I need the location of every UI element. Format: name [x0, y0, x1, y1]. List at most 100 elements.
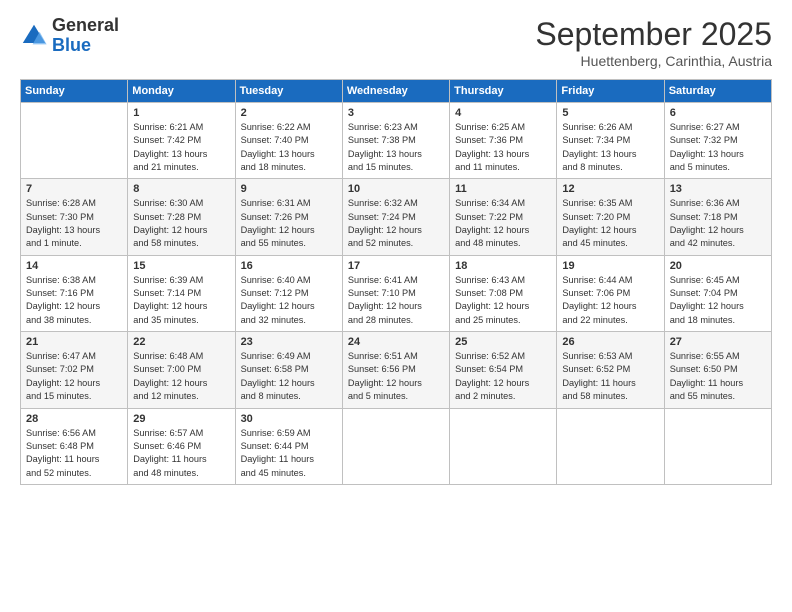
day-cell: 26 Sunrise: 6:53 AMSunset: 6:52 PMDayligh… — [557, 332, 664, 408]
day-cell: 9 Sunrise: 6:31 AMSunset: 7:26 PMDaylight… — [235, 179, 342, 255]
day-cell: 7 Sunrise: 6:28 AMSunset: 7:30 PMDaylight… — [21, 179, 128, 255]
day-number: 25 — [455, 336, 551, 348]
weekday-header-row: SundayMondayTuesdayWednesdayThursdayFrid… — [21, 80, 772, 103]
day-number: 9 — [241, 183, 337, 195]
day-number: 22 — [133, 336, 229, 348]
day-cell: 20 Sunrise: 6:45 AMSunset: 7:04 PMDayligh… — [664, 255, 771, 331]
calendar-table: SundayMondayTuesdayWednesdayThursdayFrid… — [20, 79, 772, 485]
day-info: Sunrise: 6:22 AMSunset: 7:40 PMDaylight:… — [241, 121, 337, 174]
day-number: 10 — [348, 183, 444, 195]
page: General Blue September 2025 Huettenberg,… — [0, 0, 792, 612]
day-cell: 27 Sunrise: 6:55 AMSunset: 6:50 PMDayligh… — [664, 332, 771, 408]
day-cell: 4 Sunrise: 6:25 AMSunset: 7:36 PMDaylight… — [450, 103, 557, 179]
day-cell: 2 Sunrise: 6:22 AMSunset: 7:40 PMDaylight… — [235, 103, 342, 179]
day-number: 5 — [562, 107, 658, 119]
week-row-5: 28 Sunrise: 6:56 AMSunset: 6:48 PMDayligh… — [21, 408, 772, 484]
day-cell: 6Sunrise: 6:27 AMSunset: 7:32 PMDaylight… — [664, 103, 771, 179]
day-number: 8 — [133, 183, 229, 195]
day-cell: 18 Sunrise: 6:43 AMSunset: 7:08 PMDayligh… — [450, 255, 557, 331]
day-number: 7 — [26, 183, 122, 195]
day-number: 1 — [133, 107, 229, 119]
day-cell: 3 Sunrise: 6:23 AMSunset: 7:38 PMDaylight… — [342, 103, 449, 179]
day-info: Sunrise: 6:51 AMSunset: 6:56 PMDaylight:… — [348, 350, 444, 403]
day-info: Sunrise: 6:35 AMSunset: 7:20 PMDaylight:… — [562, 197, 658, 250]
day-cell: 17Sunrise: 6:41 AMSunset: 7:10 PMDayligh… — [342, 255, 449, 331]
day-number: 29 — [133, 413, 229, 425]
day-info: Sunrise: 6:55 AMSunset: 6:50 PMDaylight:… — [670, 350, 766, 403]
day-number: 27 — [670, 336, 766, 348]
day-cell: 28 Sunrise: 6:56 AMSunset: 6:48 PMDayligh… — [21, 408, 128, 484]
day-cell: 11Sunrise: 6:34 AMSunset: 7:22 PMDayligh… — [450, 179, 557, 255]
weekday-header-friday: Friday — [557, 80, 664, 103]
header: General Blue September 2025 Huettenberg,… — [20, 16, 772, 69]
day-cell — [557, 408, 664, 484]
day-info: Sunrise: 6:45 AMSunset: 7:04 PMDaylight:… — [670, 274, 766, 327]
weekday-header-monday: Monday — [128, 80, 235, 103]
day-number: 12 — [562, 183, 658, 195]
day-cell: 23 Sunrise: 6:49 AMSunset: 6:58 PMDayligh… — [235, 332, 342, 408]
day-number: 4 — [455, 107, 551, 119]
day-cell: 1Sunrise: 6:21 AMSunset: 7:42 PMDaylight… — [128, 103, 235, 179]
day-info: Sunrise: 6:57 AMSunset: 6:46 PMDaylight:… — [133, 427, 229, 480]
weekday-header-thursday: Thursday — [450, 80, 557, 103]
day-info: Sunrise: 6:56 AMSunset: 6:48 PMDaylight:… — [26, 427, 122, 480]
logo-text: General Blue — [52, 16, 119, 56]
day-info: Sunrise: 6:43 AMSunset: 7:08 PMDaylight:… — [455, 274, 551, 327]
day-cell — [450, 408, 557, 484]
logo: General Blue — [20, 16, 119, 56]
weekday-header-saturday: Saturday — [664, 80, 771, 103]
day-number: 19 — [562, 260, 658, 272]
day-number: 26 — [562, 336, 658, 348]
day-info: Sunrise: 6:49 AMSunset: 6:58 PMDaylight:… — [241, 350, 337, 403]
day-info: Sunrise: 6:53 AMSunset: 6:52 PMDaylight:… — [562, 350, 658, 403]
day-info: Sunrise: 6:23 AMSunset: 7:38 PMDaylight:… — [348, 121, 444, 174]
day-number: 30 — [241, 413, 337, 425]
day-info: Sunrise: 6:25 AMSunset: 7:36 PMDaylight:… — [455, 121, 551, 174]
day-info: Sunrise: 6:44 AMSunset: 7:06 PMDaylight:… — [562, 274, 658, 327]
day-cell: 21 Sunrise: 6:47 AMSunset: 7:02 PMDayligh… — [21, 332, 128, 408]
day-cell — [664, 408, 771, 484]
day-cell: 5 Sunrise: 6:26 AMSunset: 7:34 PMDaylight… — [557, 103, 664, 179]
day-number: 13 — [670, 183, 766, 195]
day-number: 21 — [26, 336, 122, 348]
day-number: 18 — [455, 260, 551, 272]
week-row-1: 1Sunrise: 6:21 AMSunset: 7:42 PMDaylight… — [21, 103, 772, 179]
day-number: 3 — [348, 107, 444, 119]
day-number: 15 — [133, 260, 229, 272]
weekday-header-sunday: Sunday — [21, 80, 128, 103]
day-number: 2 — [241, 107, 337, 119]
day-number: 28 — [26, 413, 122, 425]
day-number: 16 — [241, 260, 337, 272]
day-cell: 25Sunrise: 6:52 AMSunset: 6:54 PMDayligh… — [450, 332, 557, 408]
logo-icon — [20, 22, 48, 50]
day-cell: 13 Sunrise: 6:36 AMSunset: 7:18 PMDayligh… — [664, 179, 771, 255]
month-title: September 2025 — [535, 16, 772, 53]
day-cell: 15 Sunrise: 6:39 AMSunset: 7:14 PMDayligh… — [128, 255, 235, 331]
day-cell: 16 Sunrise: 6:40 AMSunset: 7:12 PMDayligh… — [235, 255, 342, 331]
day-info: Sunrise: 6:28 AMSunset: 7:30 PMDaylight:… — [26, 197, 122, 250]
day-cell: 10Sunrise: 6:32 AMSunset: 7:24 PMDayligh… — [342, 179, 449, 255]
day-info: Sunrise: 6:59 AMSunset: 6:44 PMDaylight:… — [241, 427, 337, 480]
day-info: Sunrise: 6:48 AMSunset: 7:00 PMDaylight:… — [133, 350, 229, 403]
day-cell: 19 Sunrise: 6:44 AMSunset: 7:06 PMDayligh… — [557, 255, 664, 331]
day-info: Sunrise: 6:34 AMSunset: 7:22 PMDaylight:… — [455, 197, 551, 250]
day-number: 23 — [241, 336, 337, 348]
logo-general: General — [52, 15, 119, 35]
day-info: Sunrise: 6:39 AMSunset: 7:14 PMDaylight:… — [133, 274, 229, 327]
day-info: Sunrise: 6:36 AMSunset: 7:18 PMDaylight:… — [670, 197, 766, 250]
day-info: Sunrise: 6:26 AMSunset: 7:34 PMDaylight:… — [562, 121, 658, 174]
location-subtitle: Huettenberg, Carinthia, Austria — [535, 53, 772, 69]
day-number: 20 — [670, 260, 766, 272]
day-cell: 12 Sunrise: 6:35 AMSunset: 7:20 PMDayligh… — [557, 179, 664, 255]
day-number: 14 — [26, 260, 122, 272]
day-info: Sunrise: 6:47 AMSunset: 7:02 PMDaylight:… — [26, 350, 122, 403]
day-info: Sunrise: 6:27 AMSunset: 7:32 PMDaylight:… — [670, 121, 766, 174]
day-info: Sunrise: 6:30 AMSunset: 7:28 PMDaylight:… — [133, 197, 229, 250]
day-info: Sunrise: 6:31 AMSunset: 7:26 PMDaylight:… — [241, 197, 337, 250]
day-cell — [342, 408, 449, 484]
day-cell — [21, 103, 128, 179]
day-info: Sunrise: 6:41 AMSunset: 7:10 PMDaylight:… — [348, 274, 444, 327]
week-row-4: 21 Sunrise: 6:47 AMSunset: 7:02 PMDayligh… — [21, 332, 772, 408]
week-row-2: 7 Sunrise: 6:28 AMSunset: 7:30 PMDaylight… — [21, 179, 772, 255]
day-info: Sunrise: 6:40 AMSunset: 7:12 PMDaylight:… — [241, 274, 337, 327]
